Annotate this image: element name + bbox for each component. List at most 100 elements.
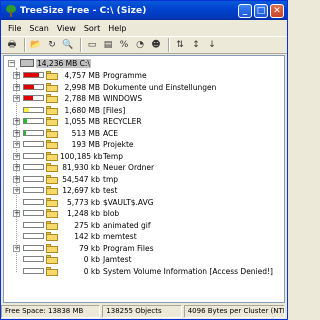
folder-icon (46, 151, 58, 161)
root-name: C:\ (79, 59, 90, 68)
tree-item[interactable]: +2,788 MB WINDOWS (4, 93, 284, 104)
toolbar-separator (168, 38, 170, 52)
size-bar (23, 118, 44, 124)
folder-icon (46, 71, 58, 80)
open-folder-icon[interactable]: 📂 (29, 38, 43, 52)
item-size: 193 MB (71, 140, 100, 149)
item-size: 79 kb (78, 243, 100, 253)
sort-az-icon[interactable]: ⇅ (173, 38, 187, 52)
refresh-icon[interactable]: ↻ (45, 38, 59, 52)
folder-tree[interactable]: − 14,236 MB C:\ +4,757 MB Programme +2,998… (3, 55, 285, 303)
item-size: 142 kb (74, 232, 100, 241)
toolbar: 🖶 📂 ↻ 🔍 ▭ ▤ % ◔ ☻ ⇅ ↕ ↓ (1, 36, 287, 54)
tree-item[interactable]: +1,055 MB RECYCLER (4, 116, 284, 127)
folder-icon (46, 209, 58, 218)
tree-item[interactable]: 0 kb System Volume Information [Access De… (4, 266, 284, 277)
size-bar (23, 141, 44, 147)
tree-item[interactable]: +81,930 kb Neuer Ordner (4, 162, 284, 173)
tree-item[interactable]: +54,547 kb tmp (4, 174, 284, 185)
item-size: 0 kb (83, 266, 100, 276)
tree-item[interactable]: +1,248 kb blob (4, 208, 284, 219)
pie-icon[interactable]: ◔ (133, 38, 147, 52)
item-size: 1,680 MB (64, 105, 100, 115)
size-bar (23, 221, 44, 228)
size-bar (23, 210, 44, 216)
tree-connector-line (16, 68, 17, 272)
tree-icon (5, 4, 17, 17)
tree-item[interactable]: 142 kb memtest (4, 231, 284, 242)
status-cluster: 4096 Bytes per Cluster (NTFS) (183, 305, 285, 318)
folder-icon (46, 197, 58, 207)
item-size: 81,930 kb (62, 163, 100, 172)
tree-root[interactable]: − 14,236 MB C:\ (6, 58, 276, 69)
item-size: 100,185 kb (60, 151, 103, 161)
tree-item[interactable]: +79 kb Program Files (4, 243, 284, 254)
tree-item[interactable]: 5,773 kb $VAULT$.AVG (4, 197, 284, 208)
item-name: RECYCLER (103, 117, 142, 126)
size-bar (23, 152, 44, 159)
tree-item[interactable]: 275 kb animated gif (4, 220, 284, 231)
size-bar (23, 198, 44, 205)
size-bar (23, 175, 44, 182)
status-free-space: Free Space: 13838 MB (1, 305, 101, 318)
item-name: System Volume Information [Access Denied… (103, 266, 273, 276)
item-name: $VAULT$.AVG (103, 197, 154, 207)
user-icon[interactable]: ☻ (149, 38, 163, 52)
menu-view[interactable]: View (53, 24, 80, 33)
item-size: 12,697 kb (62, 186, 100, 195)
tree-item[interactable]: +513 MB ACE (4, 128, 284, 139)
folder-icon (46, 243, 58, 253)
maximize-button[interactable]: □ (254, 3, 268, 18)
close-button[interactable]: ✕ (270, 3, 284, 18)
folder-icon (46, 117, 58, 126)
title-bar[interactable]: TreeSize Free - C:\ (Size) _ □ ✕ (1, 1, 287, 20)
folder-icon (46, 105, 58, 115)
collapse-icon[interactable]: − (8, 60, 15, 67)
menu-help[interactable]: Help (104, 24, 130, 33)
tree-item[interactable]: 0 kb Jamtest (4, 254, 284, 265)
sort-down-icon[interactable]: ↓ (205, 38, 219, 52)
folder-icon (46, 82, 58, 92)
folder-icon (46, 232, 58, 241)
folder-icon (46, 174, 58, 184)
folder-icon (46, 255, 58, 264)
menu-scan[interactable]: Scan (25, 24, 52, 33)
size-bar (23, 164, 44, 170)
status-objects: 138255 Objects (102, 305, 182, 318)
size-bar (23, 129, 44, 136)
item-name: test (103, 186, 118, 195)
item-size: 54,547 kb (62, 174, 100, 184)
item-name: Program Files (103, 243, 154, 253)
item-name: Dokumente und Einstellungen (103, 82, 217, 92)
tree-item[interactable]: +193 MB Projekte (4, 139, 284, 150)
menu-bar: File Scan View Sort Help (1, 20, 287, 36)
drive-icon[interactable]: ▭ (85, 38, 99, 52)
tree-item[interactable]: +12,697 kb test (4, 185, 284, 196)
minimize-button[interactable]: _ (238, 3, 252, 18)
menu-sort[interactable]: Sort (80, 24, 104, 33)
item-name: Projekte (103, 140, 134, 149)
item-size: 1,055 MB (64, 117, 100, 126)
item-size: 0 kb (83, 255, 100, 264)
item-size: 1,248 kb (67, 209, 100, 218)
item-size: 2,998 MB (64, 82, 100, 92)
tree-item[interactable]: +4,757 MB Programme (4, 70, 284, 81)
root-label: 14,236 MB C:\ (36, 59, 91, 68)
tree-item[interactable]: +2,998 MB Dokumente und Einstellungen (4, 82, 284, 93)
item-name: Programme (103, 71, 147, 80)
item-size: 275 kb (74, 220, 100, 230)
item-name: [Files] (103, 105, 126, 115)
window-title: TreeSize Free - C:\ (Size) (20, 5, 147, 16)
app-window: TreeSize Free - C:\ (Size) _ □ ✕ File Sc… (0, 0, 288, 320)
print-icon[interactable]: 🖶 (5, 38, 19, 52)
sort-size-icon[interactable]: ↕ (189, 38, 203, 52)
search-icon[interactable]: 🔍 (61, 38, 75, 52)
size-bar (23, 233, 44, 239)
view-size-icon[interactable]: ▤ (101, 38, 115, 52)
tree-item[interactable]: +100,185 kb Temp (4, 151, 284, 162)
tree-item[interactable]: 1,680 MB [Files] (4, 105, 284, 116)
folder-icon (46, 94, 58, 103)
item-name: Jamtest (103, 255, 132, 264)
percent-icon[interactable]: % (117, 38, 131, 52)
menu-file[interactable]: File (4, 24, 25, 33)
